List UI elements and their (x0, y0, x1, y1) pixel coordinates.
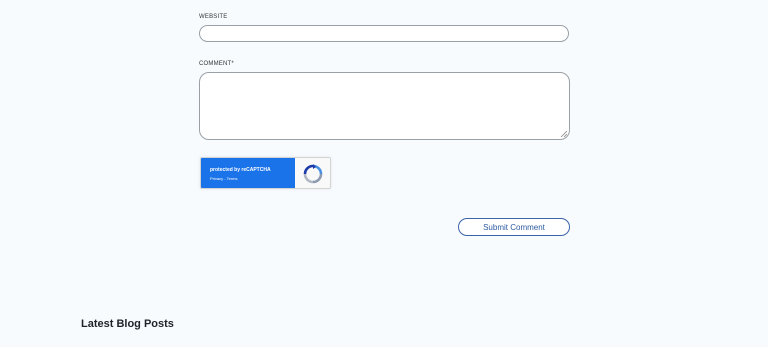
website-label: WEBSITE (199, 14, 228, 20)
latest-blog-posts-heading: Latest Blog Posts (81, 318, 174, 330)
recaptcha-widget[interactable]: protected by reCAPTCHA Privacy - Terms (200, 157, 331, 189)
recaptcha-protected-text: protected by reCAPTCHA (210, 167, 271, 173)
recaptcha-badge-panel: protected by reCAPTCHA Privacy - Terms (201, 158, 295, 188)
recaptcha-logo-icon (303, 164, 323, 184)
recaptcha-links: Privacy - Terms (210, 176, 238, 181)
recaptcha-privacy-link[interactable]: Privacy (210, 176, 223, 181)
submit-comment-button[interactable]: Submit Comment (458, 218, 570, 236)
comment-label: COMMENT* (199, 61, 234, 67)
comment-textarea[interactable] (199, 72, 570, 140)
website-input[interactable] (199, 25, 569, 42)
recaptcha-terms-link[interactable]: Terms (227, 176, 238, 181)
resize-handle-icon[interactable] (560, 130, 567, 137)
